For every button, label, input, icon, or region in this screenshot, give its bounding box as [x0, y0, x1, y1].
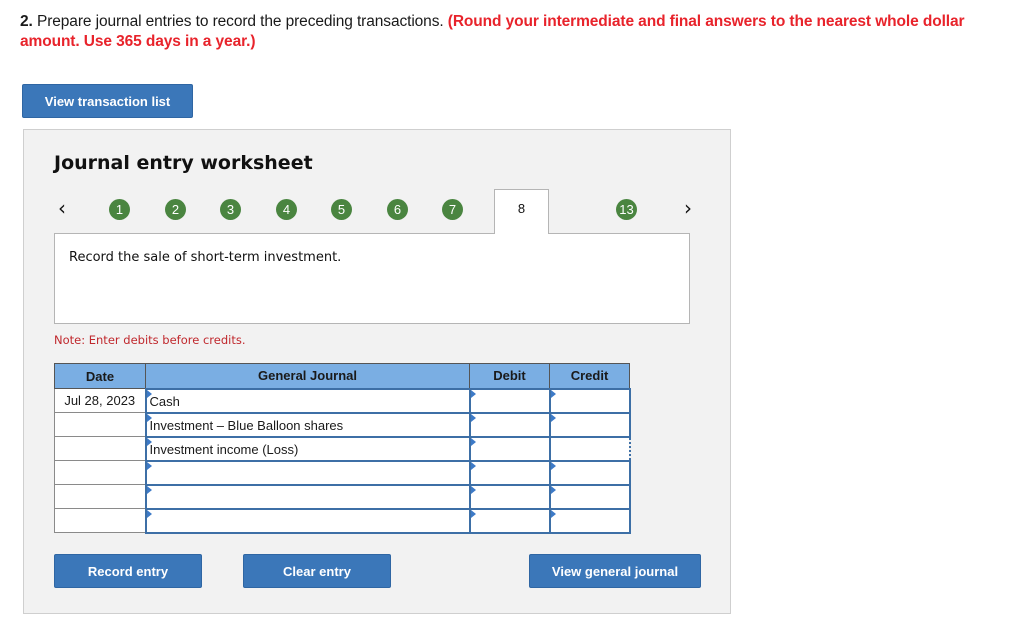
- step-5-button[interactable]: 5: [331, 199, 352, 220]
- view-transaction-list-button[interactable]: View transaction list: [22, 84, 193, 118]
- question-text: Prepare journal entries to record the pr…: [36, 13, 444, 30]
- account-select[interactable]: Investment income (Loss): [144, 435, 471, 462]
- input-flag-icon: [550, 485, 556, 494]
- table-row: [54, 483, 631, 510]
- account-select[interactable]: [144, 483, 471, 510]
- debit-input[interactable]: [468, 507, 551, 534]
- dropdown-flag-icon: [146, 509, 152, 518]
- account-select[interactable]: [144, 507, 471, 534]
- step-13-button[interactable]: 13: [616, 199, 637, 220]
- step-8-tab-active[interactable]: 8: [494, 189, 549, 234]
- date-cell[interactable]: Jul 28, 2023: [54, 388, 146, 413]
- table-row: Investment – Blue Balloon shares: [54, 411, 631, 438]
- step-4-button[interactable]: 4: [276, 199, 297, 220]
- dropdown-flag-icon: [146, 461, 152, 470]
- input-flag-icon: [470, 461, 476, 470]
- chevron-left-icon[interactable]: ‹: [58, 196, 66, 220]
- step-3-button[interactable]: 3: [220, 199, 241, 220]
- input-flag-icon: [470, 437, 476, 446]
- credit-input[interactable]: [548, 507, 631, 534]
- journal-entry-worksheet: Journal entry worksheet ‹ 1 2 3 4 5 6 7 …: [23, 129, 731, 614]
- question-number: 2.: [20, 13, 33, 30]
- step-1-button[interactable]: 1: [109, 199, 130, 220]
- credit-input[interactable]: [548, 483, 631, 510]
- chevron-right-icon[interactable]: ›: [684, 196, 692, 220]
- input-flag-icon: [470, 389, 476, 398]
- worksheet-title: Journal entry worksheet: [54, 152, 313, 174]
- debits-note: Note: Enter debits before credits.: [54, 333, 246, 347]
- step-7-button[interactable]: 7: [442, 199, 463, 220]
- step-2-button[interactable]: 2: [165, 199, 186, 220]
- account-select[interactable]: Cash: [144, 387, 471, 414]
- table-row: Jul 28, 2023 Cash: [54, 387, 631, 414]
- step-6-button[interactable]: 6: [387, 199, 408, 220]
- account-value: Cash: [149, 393, 180, 409]
- input-flag-icon: [550, 413, 556, 422]
- credit-input[interactable]: [548, 411, 631, 438]
- table-row: [54, 459, 631, 486]
- dropdown-flag-icon: [146, 485, 152, 494]
- input-flag-icon: [550, 509, 556, 518]
- input-flag-icon: [470, 413, 476, 422]
- entry-description: Record the sale of short-term investment…: [69, 250, 342, 265]
- debit-input[interactable]: [468, 483, 551, 510]
- question-prompt: 2. Prepare journal entries to record the…: [20, 12, 1010, 52]
- account-select[interactable]: Investment – Blue Balloon shares: [144, 411, 471, 438]
- journal-table: Date General Journal Debit Credit Jul 28…: [54, 363, 631, 534]
- header-general-journal: General Journal: [145, 363, 470, 389]
- date-cell[interactable]: [54, 508, 146, 533]
- input-flag-icon: [550, 389, 556, 398]
- table-row: [54, 507, 631, 534]
- date-cell[interactable]: [54, 412, 146, 437]
- debit-input[interactable]: [468, 411, 551, 438]
- debit-input[interactable]: [468, 387, 551, 414]
- credit-input[interactable]: [548, 459, 631, 486]
- debit-input[interactable]: [468, 435, 551, 462]
- account-value: Investment income (Loss): [149, 441, 299, 457]
- journal-header-row: Date General Journal Debit Credit: [54, 363, 630, 389]
- header-credit: Credit: [549, 363, 630, 389]
- header-debit: Debit: [469, 363, 550, 389]
- input-flag-icon: [470, 509, 476, 518]
- date-cell[interactable]: [54, 460, 146, 485]
- credit-input[interactable]: [548, 387, 631, 414]
- date-cell[interactable]: [54, 484, 146, 509]
- entry-description-box: Record the sale of short-term investment…: [54, 233, 690, 324]
- input-flag-icon: [550, 461, 556, 470]
- date-cell[interactable]: [54, 436, 146, 461]
- input-flag-icon: [470, 485, 476, 494]
- header-date: Date: [54, 363, 146, 389]
- record-entry-button[interactable]: Record entry: [54, 554, 202, 588]
- step-8-label: 8: [517, 200, 526, 216]
- account-value: Investment – Blue Balloon shares: [149, 417, 344, 433]
- credit-input-focused[interactable]: [548, 435, 631, 462]
- view-general-journal-button[interactable]: View general journal: [529, 554, 701, 588]
- debit-input[interactable]: [468, 459, 551, 486]
- account-select[interactable]: [144, 459, 471, 486]
- clear-entry-button[interactable]: Clear entry: [243, 554, 391, 588]
- table-row: Investment income (Loss): [54, 435, 631, 462]
